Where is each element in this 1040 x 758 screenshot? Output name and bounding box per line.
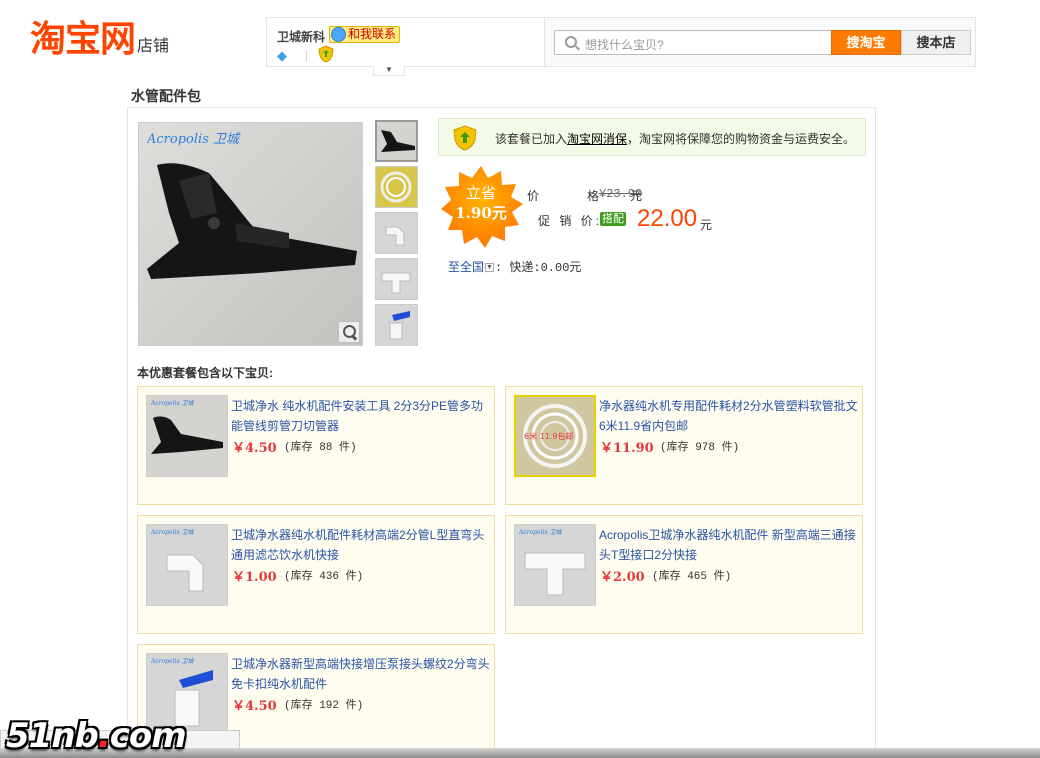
bundle-item-title-link[interactable]: 卫城净水器纯水机配件耗材高端2分管L型直弯头通用滤芯饮水机快接: [231, 525, 491, 565]
promo-tag-badge: 搭配: [600, 212, 626, 226]
watermark-part2: com: [109, 716, 187, 756]
thumbnail-elbow[interactable]: [375, 212, 418, 254]
shipping-region-label: 至全国: [448, 260, 485, 274]
original-price-unit: 元: [630, 189, 643, 203]
logo-sub-text: 店铺: [137, 38, 170, 55]
bundle-item-stock: (库存 978 件): [660, 442, 740, 454]
bundle-item-image[interactable]: 6米 11.9包邮: [514, 395, 596, 477]
bundle-item-price: ￥1.00: [232, 570, 277, 585]
bundle-item-price: ￥4.50: [232, 699, 277, 714]
guarantee-suffix: ，淘宝网将保障您的购物资金与运费安全。: [627, 132, 856, 146]
shop-name-link[interactable]: 卫城新科: [277, 28, 325, 45]
watermark-dot: .: [97, 716, 111, 756]
main-product-image[interactable]: Acropolis 卫城: [138, 122, 363, 346]
saving-label: 立省: [465, 184, 496, 202]
taobao-logo[interactable]: 淘宝网 店铺: [30, 20, 169, 60]
shipping-region-select[interactable]: 至全国 ▼: [448, 258, 495, 275]
guarantee-prefix: 该套餐已加入: [495, 132, 568, 146]
shop-header-box: 卫城新科 和我联系 ◆ | ▼ 想找什么宝贝? 搜淘宝 搜本店: [266, 17, 976, 76]
thumbnail-cutter[interactable]: [375, 120, 418, 162]
guarantee-notice: 该套餐已加入淘宝网消保，淘宝网将保障您的购物资金与运费安全。: [438, 118, 866, 156]
bundle-item-stock: (库存 436 件): [284, 571, 364, 583]
shipping-cost: : 快递:0.00元: [495, 261, 582, 275]
saving-amount: 1.90元: [455, 204, 507, 222]
guarantee-link[interactable]: 淘宝网消保: [567, 132, 627, 146]
search-placeholder: 想找什么宝贝?: [585, 38, 664, 52]
divider: |: [305, 48, 309, 62]
bundle-heading: 本优惠套餐包含以下宝贝:: [137, 366, 273, 380]
search-taobao-button[interactable]: 搜淘宝: [831, 30, 901, 55]
bundle-item-price: ￥11.90: [600, 441, 654, 456]
bundle-item-stock: (库存 88 件): [284, 442, 357, 454]
protection-shield-icon: [453, 125, 477, 151]
svg-text:Acropolis 卫城: Acropolis 卫城: [147, 132, 241, 147]
bundle-item-title-link[interactable]: 净水器纯水机专用配件耗材2分水管塑料软管批文6米11.9省内包邮: [599, 396, 859, 436]
wangwang-icon: [331, 27, 346, 42]
brand-watermark-logo: Acropolis 卫城: [147, 132, 241, 147]
watermark-part1: 51nb: [6, 716, 99, 756]
bundle-item-card: Acropolis 卫城 Acropolis卫城净水器纯水机配件 新型高端三通接…: [505, 515, 863, 634]
bundle-item-stock: (库存 192 件): [284, 700, 364, 712]
bundle-item-title-link[interactable]: 卫城净水 纯水机配件安装工具 2分3分PE管多功能管线剪管刀切管器: [231, 396, 491, 436]
thumbnail-valve[interactable]: [375, 304, 418, 346]
promo-price-label: 促 销 价:: [538, 214, 603, 228]
contact-seller-button[interactable]: 和我联系: [329, 26, 401, 43]
bundle-item-image[interactable]: Acropolis 卫城: [146, 524, 228, 606]
bundle-item-card: Acropolis 卫城 卫城净水 纯水机配件安装工具 2分3分PE管多功能管线…: [137, 386, 495, 505]
zoom-icon[interactable]: [338, 321, 360, 343]
saving-badge: 立省 1.90元: [438, 164, 524, 250]
image-brand-text: Acropolis 卫城: [150, 399, 194, 407]
thumbnail-list: [375, 120, 418, 350]
bundle-item-price: ￥2.00: [600, 570, 645, 585]
shop-info-dropdown-toggle[interactable]: ▼: [373, 66, 405, 76]
search-input[interactable]: 想找什么宝贝?: [554, 30, 832, 55]
bundle-item-stock: (库存 465 件): [652, 571, 732, 583]
bundle-item-image[interactable]: Acropolis 卫城: [514, 524, 596, 606]
thumbnail-tube[interactable]: [375, 166, 418, 208]
promo-price-unit: 元: [700, 218, 713, 232]
thumbnail-tee[interactable]: [375, 258, 418, 300]
promo-price: 22.00: [637, 205, 698, 232]
image-brand-text: Acropolis 卫城: [150, 528, 194, 536]
cutter-photo: [139, 123, 362, 345]
consumer-protection-icon[interactable]: [317, 45, 335, 63]
shop-info: 卫城新科 和我联系 ◆ | ▼: [267, 18, 545, 76]
bundle-item-card: Acropolis 卫城 卫城净水器纯水机配件耗材高端2分管L型直弯头通用滤芯饮…: [137, 515, 495, 634]
bundle-item-card: 6米 11.9包邮 净水器纯水机专用配件耗材2分水管塑料软管批文6米11.9省内…: [505, 386, 863, 505]
image-promo-text: 6米 11.9包邮: [524, 431, 573, 441]
image-brand-text: Acropolis 卫城: [150, 657, 194, 665]
bundle-item-title-link[interactable]: Acropolis卫城净水器纯水机配件 新型高端三通接头T型接口2分快接: [599, 525, 859, 565]
site-watermark: 51nb.com: [6, 716, 187, 756]
chevron-down-icon: ▼: [485, 263, 495, 273]
contact-seller-label: 和我联系: [348, 27, 397, 41]
bundle-main-panel: Acropolis 卫城 该套餐已加入淘宝网消保，淘宝网将保障您的购物资金与运费…: [127, 107, 876, 758]
bundle-item-image[interactable]: Acropolis 卫城: [146, 395, 228, 477]
original-price-label-a: 价: [527, 189, 540, 203]
image-brand-text: Acropolis 卫城: [518, 528, 562, 536]
diamond-icon[interactable]: ◆: [277, 48, 287, 64]
guarantee-text: 该套餐已加入淘宝网消保，淘宝网将保障您的购物资金与运费安全。: [495, 130, 855, 147]
page-title: 水管配件包: [131, 88, 201, 104]
search-shop-button[interactable]: 搜本店: [901, 30, 971, 55]
original-price-label-b: 格: [587, 189, 600, 203]
bundle-item-price: ￥4.50: [232, 441, 277, 456]
logo-main-text: 淘宝网: [30, 19, 136, 60]
search-icon: [565, 36, 577, 48]
bundle-item-title-link[interactable]: 卫城净水器新型高端快接增压泵接头螺纹2分弯头免卡扣纯水机配件: [231, 654, 491, 694]
